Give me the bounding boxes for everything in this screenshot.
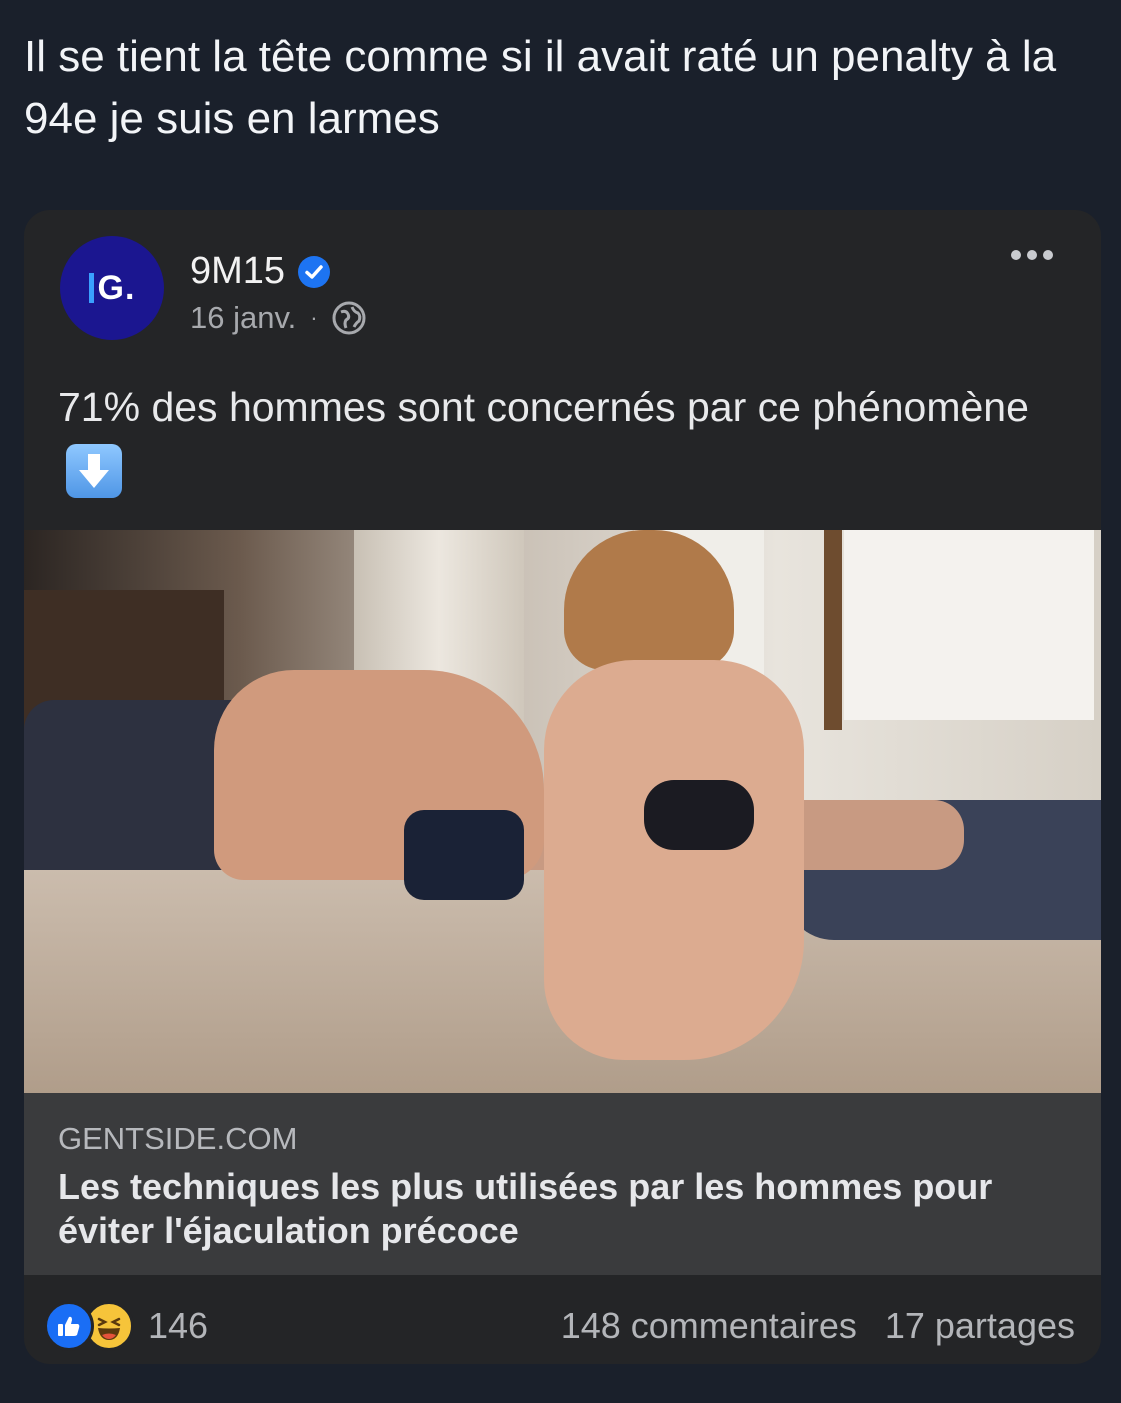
image-woman-hair [564, 530, 734, 670]
verified-icon [298, 255, 331, 288]
image-window-frame [824, 530, 842, 730]
shares-count[interactable]: 17 partages [885, 1305, 1075, 1347]
image-shorts [404, 810, 524, 900]
link-title[interactable]: Les techniques les plus utilisées par le… [58, 1165, 1078, 1253]
image-window [844, 530, 1094, 720]
tweet-text: Il se tient la tête comme si il avait ra… [24, 32, 1057, 143]
image-woman [544, 660, 804, 1060]
like-reaction-icon [44, 1301, 94, 1351]
post-author[interactable]: 9M15 [190, 250, 331, 293]
comments-count[interactable]: 148 commentaires [561, 1305, 857, 1347]
post-text: 71% des hommes sont concernés par ce phé… [58, 384, 1029, 430]
meta-separator: · [310, 305, 318, 330]
more-dot [1027, 250, 1037, 260]
more-dot [1043, 250, 1053, 260]
link-preview[interactable]: GENTSIDE.COM Les techniques les plus uti… [24, 1093, 1101, 1275]
more-dot [1011, 250, 1021, 260]
down-arrow-emoji [66, 444, 122, 499]
post-text-wrapper: 71% des hommes sont concernés par ce phé… [58, 374, 1058, 506]
post-image[interactable] [24, 530, 1101, 1093]
globe-icon [332, 301, 366, 335]
post-date[interactable]: 16 janv. [190, 300, 296, 336]
reactions-summary[interactable]: 146 [44, 1301, 208, 1351]
post-footer: 146 148 commentaires 17 partages [24, 1275, 1101, 1364]
avatar-bar-mark [88, 273, 94, 303]
image-woman-top [644, 780, 754, 850]
facebook-post-card[interactable]: G. 9M15 16 janv. · 71% des hommes sont c… [24, 210, 1101, 1364]
page-avatar[interactable]: G. [60, 236, 164, 340]
avatar-letters: G. [97, 268, 136, 307]
link-domain: GENTSIDE.COM [58, 1121, 298, 1156]
reaction-count[interactable]: 146 [148, 1305, 208, 1347]
post-meta: 16 janv. · [190, 300, 366, 336]
author-name[interactable]: 9M15 [190, 250, 285, 293]
engagement-counts: 148 commentaires 17 partages [561, 1305, 1075, 1347]
more-options-icon[interactable] [1011, 250, 1053, 260]
